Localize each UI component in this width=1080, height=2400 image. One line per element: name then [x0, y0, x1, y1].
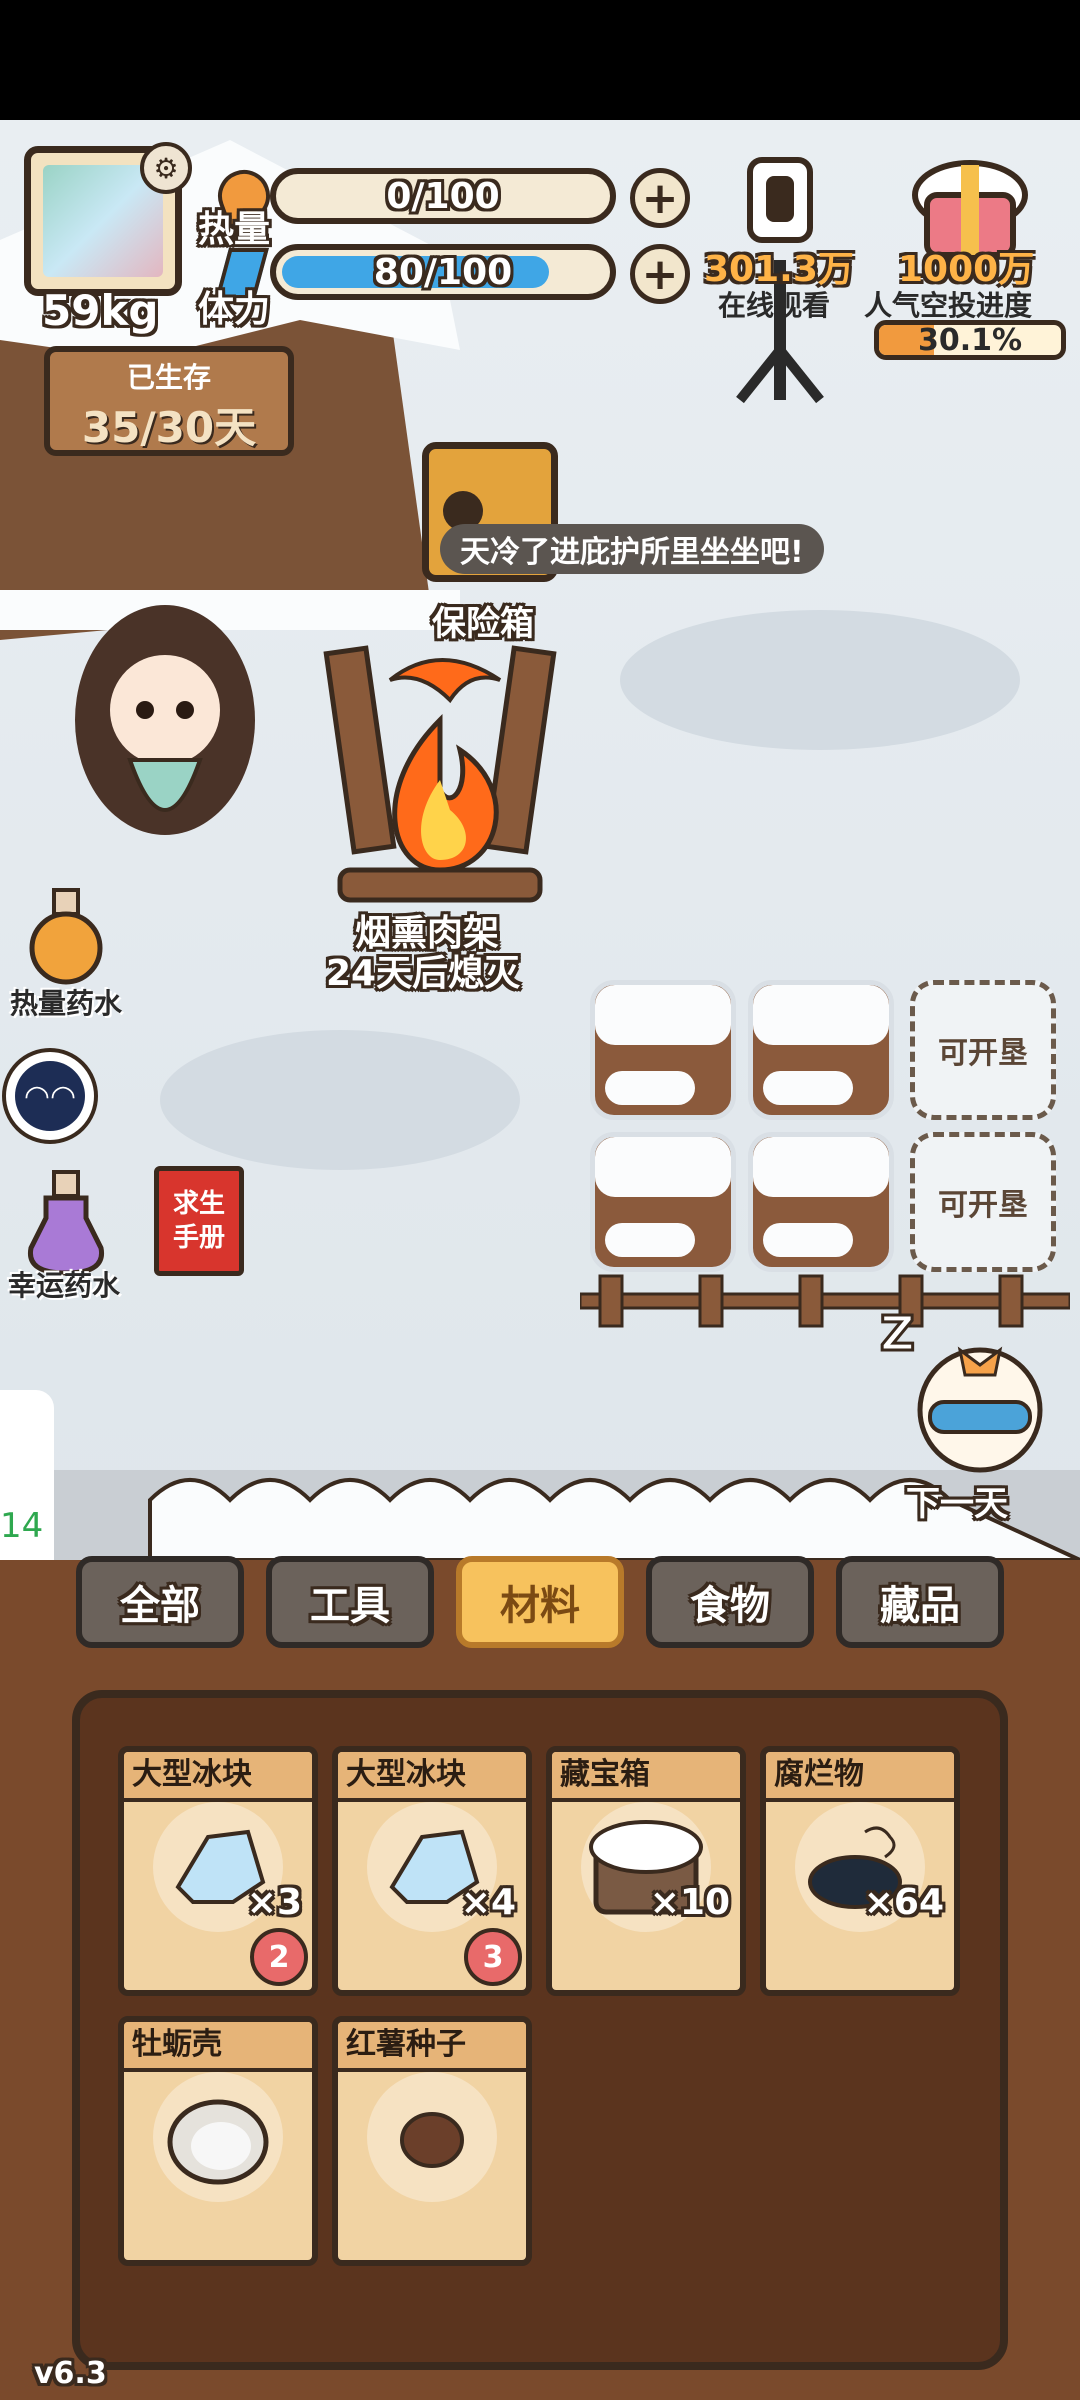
item-name: 红薯种子 — [338, 2022, 526, 2072]
add-heat-button[interactable]: + — [630, 168, 690, 228]
airdrop-progress: 30.1% — [874, 320, 1066, 360]
stamina-label: 体力 — [198, 289, 271, 330]
survived-days: 35/30天 — [81, 403, 257, 452]
item-name: 大型冰块 — [338, 1752, 526, 1802]
item-badge: 3 — [464, 1928, 522, 1986]
item-badge: 2 — [250, 1928, 308, 1986]
add-stamina-button[interactable]: + — [630, 244, 690, 304]
farm-plot[interactable] — [590, 980, 736, 1120]
next-day-button[interactable]: 下一天 — [906, 1476, 1008, 1525]
item-name: 藏宝箱 — [552, 1752, 740, 1802]
luck-potion-label: 幸运药水 — [8, 1269, 121, 1302]
heat-potion-icon[interactable] — [26, 886, 106, 986]
heat-value: 0/100 — [386, 175, 500, 217]
version-label: v6.3 — [34, 2356, 107, 2391]
safe-label: 保险箱 — [432, 604, 534, 644]
sleeping-girl-icon[interactable]: Z — [880, 1310, 1060, 1480]
item-name: 大型冰块 — [124, 1752, 312, 1802]
heat-bar: 0/100 — [270, 168, 616, 224]
item-quantity: ×10 — [649, 1882, 730, 1923]
farm-plot-locked[interactable]: 可开垦 — [910, 980, 1056, 1120]
heat-label: 热量 — [198, 209, 271, 250]
airdrop-label: 人气空投进度 — [864, 289, 1033, 322]
survived-label: 已生存 — [126, 361, 211, 394]
tab-food[interactable]: 食物 — [646, 1556, 814, 1648]
heat-potion-label: 热量药水 — [10, 987, 123, 1020]
smoker-status: 24天后熄灭 — [326, 953, 521, 994]
inventory-item[interactable]: 牡蛎壳 — [118, 2016, 318, 2266]
status-bar — [0, 0, 1080, 120]
character-avatar[interactable] — [50, 600, 280, 900]
hint-bubble: 天冷了进庇护所里坐坐吧! — [440, 524, 824, 574]
survival-manual-button[interactable]: 求生 手册 — [154, 1166, 244, 1276]
inventory-item[interactable]: 大型冰块 ×3 2 — [118, 1746, 318, 1996]
survived-sign: 已生存 35/30天 — [44, 346, 294, 456]
tab-all[interactable]: 全部 — [76, 1556, 244, 1648]
tab-collectibles[interactable]: 藏品 — [836, 1556, 1004, 1648]
farm-plot[interactable] — [590, 1132, 736, 1272]
robot-face-icon: ◠◠ — [15, 1061, 85, 1131]
luck-potion-icon[interactable] — [26, 1168, 106, 1278]
item-quantity: ×3 — [246, 1882, 302, 1923]
item-quantity: ×64 — [863, 1882, 944, 1923]
assistant-bot-button[interactable]: ◠◠ — [2, 1048, 98, 1144]
farm-plot[interactable] — [748, 1132, 894, 1272]
farm-plot-locked[interactable]: 可开垦 — [910, 1132, 1056, 1272]
player-weight: 59kg — [42, 286, 159, 335]
settings-gear-icon[interactable]: ⚙ — [140, 142, 192, 194]
item-name: 牡蛎壳 — [124, 2022, 312, 2072]
inventory-item[interactable]: 腐烂物 ×64 — [760, 1746, 960, 1996]
tab-tools[interactable]: 工具 — [266, 1556, 434, 1648]
item-name: 腐烂物 — [766, 1752, 954, 1802]
tab-materials[interactable]: 材料 — [456, 1556, 624, 1648]
farm-plot[interactable] — [748, 980, 894, 1120]
stamina-bar: 80/100 — [270, 244, 616, 300]
stamina-value: 80/100 — [373, 251, 513, 293]
side-panel-tab[interactable]: 14 — [0, 1390, 54, 1580]
item-quantity: ×4 — [460, 1882, 516, 1923]
svg-text:Z: Z — [880, 1310, 915, 1362]
smoker-fire-icon[interactable] — [310, 640, 570, 910]
airdrop-percent: 30.1% — [917, 323, 1023, 358]
inventory-item[interactable]: 大型冰块 ×4 3 — [332, 1746, 532, 1996]
inventory-item[interactable]: 藏宝箱 ×10 — [546, 1746, 746, 1996]
viewers-label: 在线观看 — [718, 289, 831, 322]
oyster-shell-icon — [153, 2072, 283, 2202]
side-number: 14 — [0, 1506, 44, 1546]
inventory-item[interactable]: 红薯种子 — [332, 2016, 532, 2266]
sweet-potato-seed-icon — [367, 2072, 497, 2202]
